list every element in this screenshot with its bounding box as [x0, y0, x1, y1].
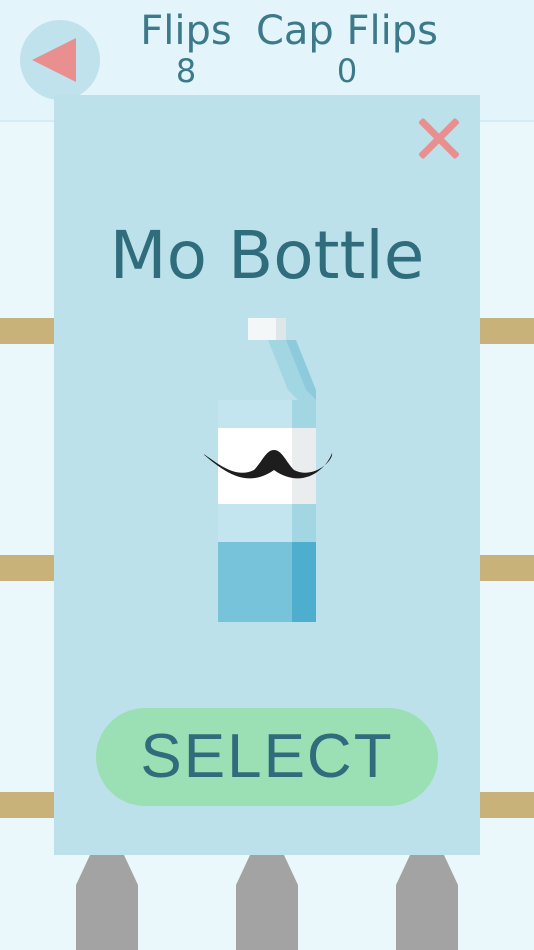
shelf-left-3	[0, 792, 54, 818]
shelf-right-1	[480, 318, 534, 344]
shelf-left-2	[0, 555, 54, 581]
bottle-name-title: Mo Bottle	[109, 217, 425, 294]
back-button[interactable]	[20, 20, 100, 100]
cap-flips-value: 0	[336, 52, 358, 90]
flips-value: 8	[175, 52, 197, 90]
mustache-bottle-image	[204, 318, 333, 622]
bottle-post-2	[236, 855, 298, 950]
close-icon[interactable]	[416, 115, 462, 161]
back-arrow-icon	[32, 38, 76, 82]
cap-flips-label: Cap Flips	[255, 8, 438, 54]
bottle-post-1	[76, 855, 138, 950]
flips-label: Flips	[140, 8, 232, 54]
shelf-right-2	[480, 555, 534, 581]
select-button[interactable]: SELECT	[96, 708, 438, 806]
shelf-right-3	[480, 792, 534, 818]
shelf-left-1	[0, 318, 54, 344]
bottle-post-3	[396, 855, 458, 950]
bottle-detail-modal: Mo Bottle SELECT	[54, 95, 480, 855]
